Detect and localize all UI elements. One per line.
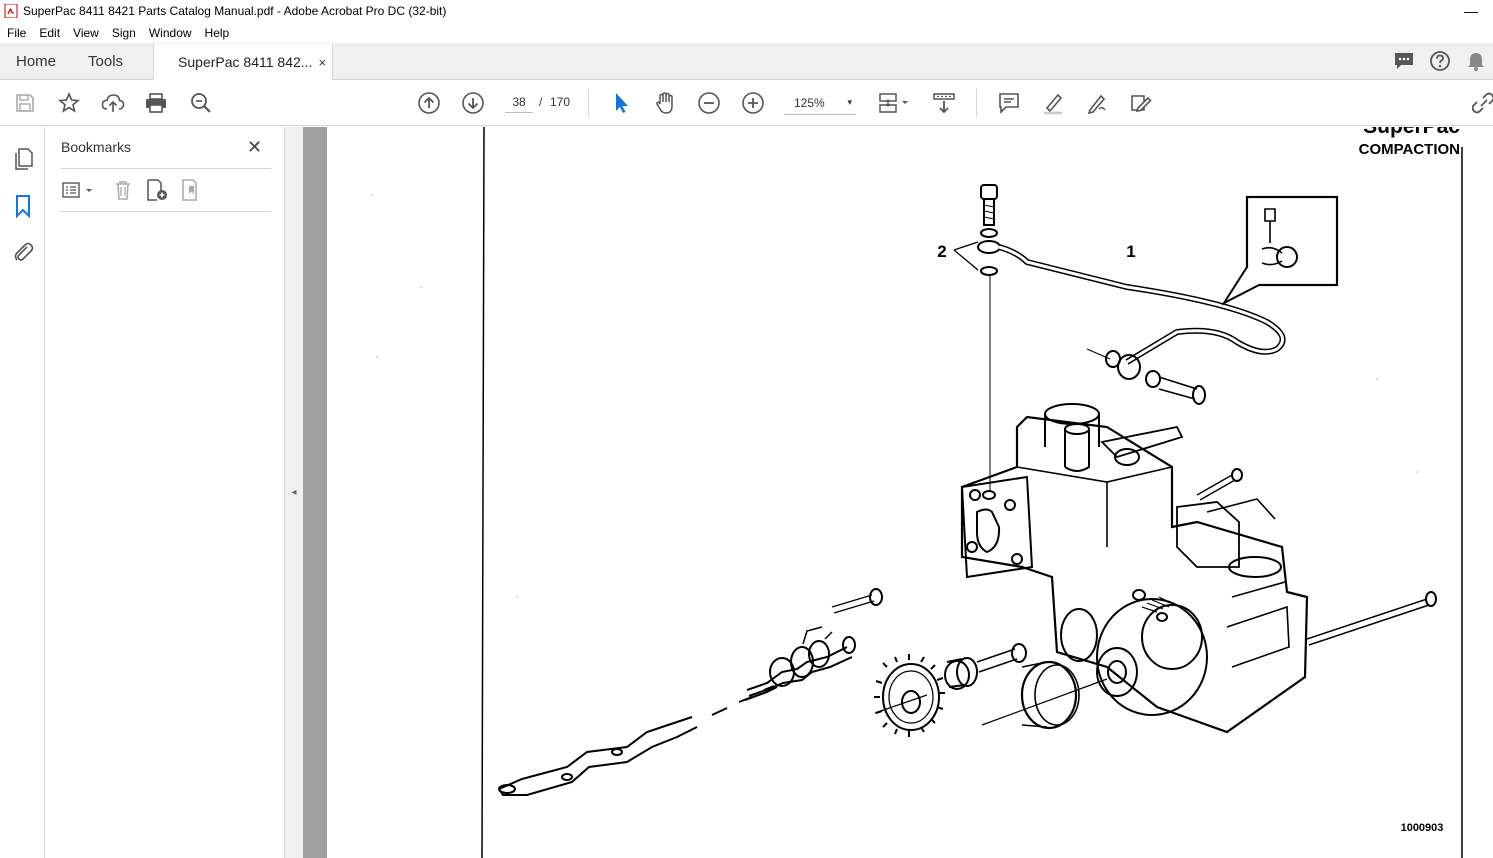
close-tab-button[interactable]: ×: [318, 55, 326, 70]
navigation-rail: [0, 127, 45, 858]
upload-icon[interactable]: [101, 91, 125, 115]
window-title: SuperPac 8411 8421 Parts Catalog Manual.…: [23, 4, 447, 18]
tab-tools[interactable]: Tools: [72, 43, 139, 79]
find-zoom-icon[interactable]: [189, 91, 213, 115]
menu-help[interactable]: Help: [198, 26, 236, 40]
save-icon[interactable]: [13, 91, 37, 115]
pdf-page: SuperPac COMPACTION 1 2 1000903: [371, 127, 1463, 858]
menu-window[interactable]: Window: [142, 26, 198, 40]
collapse-arrow-icon: ◂: [291, 487, 297, 498]
title-bar: SuperPac 8411 8421 Parts Catalog Manual.…: [0, 0, 1493, 22]
menu-bar: File Edit View Sign Window Help: [0, 22, 1493, 43]
page-down-icon[interactable]: [461, 91, 485, 115]
select-cursor-icon[interactable]: [609, 91, 633, 115]
scan-artifacts: [371, 194, 1418, 598]
tab-bar: Home Tools SuperPac 8411 842... ×: [0, 43, 1493, 80]
delete-bookmark-icon[interactable]: [111, 178, 135, 202]
hand-icon[interactable]: [653, 91, 677, 115]
zoom-in-icon[interactable]: [741, 91, 765, 115]
highlight-icon[interactable]: [1041, 91, 1065, 115]
print-icon[interactable]: [144, 91, 168, 115]
close-panel-button[interactable]: ✕: [247, 137, 262, 158]
callout-number: 2: [937, 242, 946, 261]
bookmarks-panel: Bookmarks ✕: [45, 127, 285, 858]
collapse-panel-handle[interactable]: ◂: [285, 127, 303, 858]
comment-icon[interactable]: [997, 91, 1021, 115]
toolbar-divider: [976, 89, 977, 117]
bell-icon[interactable]: [1465, 50, 1487, 72]
zoom-out-icon[interactable]: [697, 91, 721, 115]
menu-sign[interactable]: Sign: [105, 26, 142, 40]
minimize-button[interactable]: —: [1449, 3, 1493, 19]
menu-view[interactable]: View: [66, 26, 105, 40]
page-up-icon[interactable]: [417, 91, 441, 115]
bookmarks-icon[interactable]: [11, 194, 35, 218]
draw-icon[interactable]: [1085, 91, 1109, 115]
tab-home[interactable]: Home: [0, 43, 72, 79]
document-tab-label: SuperPac 8411 842...: [178, 54, 313, 70]
bookmarks-title: Bookmarks: [61, 139, 132, 155]
figure-id: 1000903: [1401, 822, 1444, 834]
document-viewer[interactable]: SuperPac COMPACTION 1 2 1000903: [327, 127, 1493, 858]
fill-sign-icon[interactable]: [1129, 91, 1153, 115]
brand-logo: SuperPac: [1363, 127, 1460, 138]
page-number-input[interactable]: [505, 91, 533, 113]
chat-icon[interactable]: [1393, 50, 1415, 72]
zoom-value: 125%: [794, 95, 825, 110]
acrobat-app-icon: [4, 4, 18, 18]
tab-document[interactable]: SuperPac 8411 842... ×: [153, 44, 334, 80]
help-icon[interactable]: [1429, 50, 1451, 72]
bookmark-properties-icon[interactable]: [180, 178, 204, 202]
exploded-parts-drawing: [498, 184, 1437, 796]
brand-subtitle: COMPACTION: [1359, 141, 1460, 158]
new-bookmark-icon[interactable]: [145, 178, 169, 202]
page-layout-icon[interactable]: [878, 91, 912, 115]
panel-divider: [60, 168, 271, 169]
link-icon[interactable]: [1471, 91, 1493, 115]
menu-edit[interactable]: Edit: [32, 26, 66, 40]
pages-icon[interactable]: [11, 147, 35, 171]
chevron-down-icon: ▾: [847, 97, 852, 107]
page-total: 170: [550, 95, 571, 109]
menu-file[interactable]: File: [0, 26, 32, 40]
zoom-select[interactable]: 125% ▾: [784, 91, 856, 115]
scroll-mode-icon[interactable]: [932, 91, 956, 115]
options-menu-icon[interactable]: [61, 178, 97, 202]
bookmark-star-icon[interactable]: [57, 91, 81, 115]
callout-number: 1: [1126, 242, 1135, 261]
tab-bar-actions: [1393, 43, 1493, 79]
page-separator: /: [539, 95, 543, 109]
document-gutter: [303, 127, 327, 858]
toolbar: [0, 80, 1493, 126]
panel-divider: [60, 211, 271, 212]
attachments-icon[interactable]: [11, 240, 35, 264]
toolbar-divider: [588, 89, 589, 117]
